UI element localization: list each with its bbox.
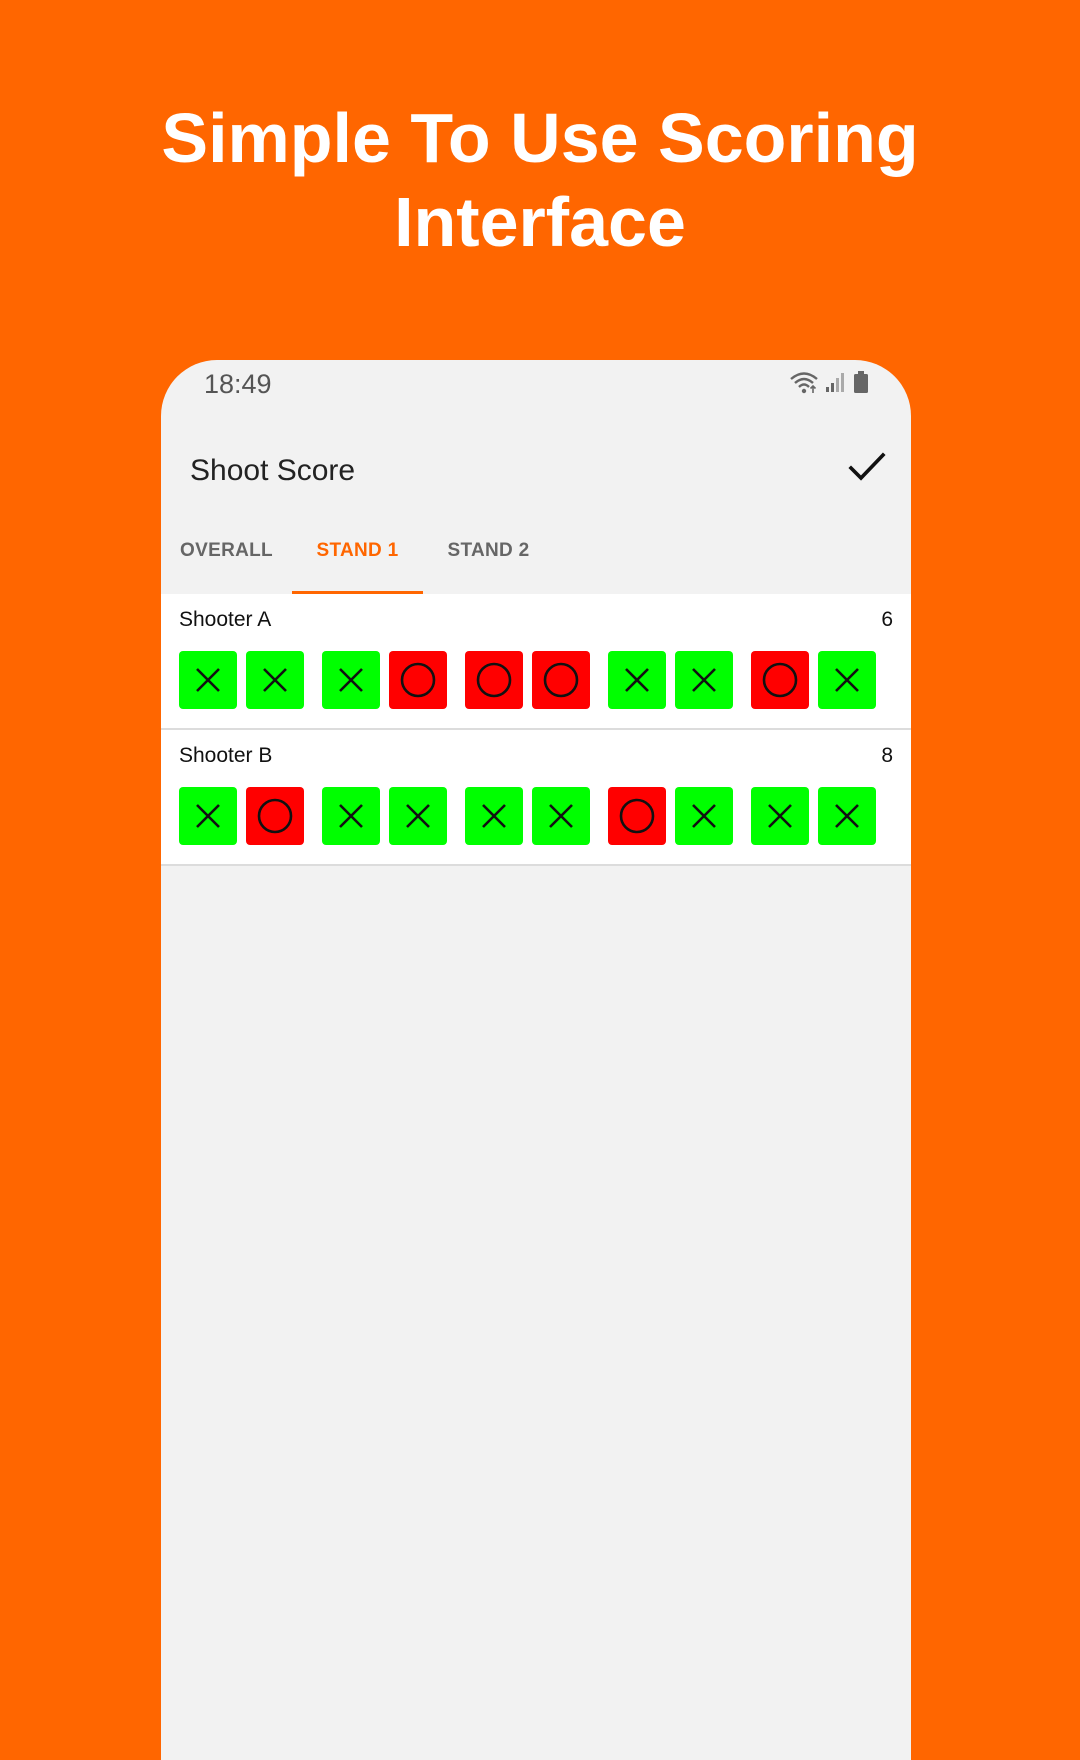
shot-hit-button[interactable] [246, 651, 304, 709]
shooter-list: Shooter A 6 Shooter B 8 [161, 594, 911, 866]
shot-hit-button[interactable] [818, 651, 876, 709]
shot-hit-button[interactable] [532, 787, 590, 845]
signal-icon [825, 371, 847, 398]
headline-line-2: Interface [394, 183, 686, 261]
shot-miss-button[interactable] [389, 651, 447, 709]
circle-icon [762, 662, 798, 698]
battery-icon [853, 370, 869, 399]
shooter-card: Shooter B 8 [161, 730, 911, 866]
shooter-score: 6 [881, 608, 893, 631]
tab-bar: OVERALL STAND 1 STAND 2 [161, 508, 554, 594]
cross-icon [625, 668, 649, 692]
shot-miss-button[interactable] [246, 787, 304, 845]
shot-miss-button[interactable] [751, 651, 809, 709]
tab-overall[interactable]: OVERALL [161, 508, 292, 594]
circle-icon [543, 662, 579, 698]
shot-miss-button[interactable] [608, 787, 666, 845]
app-title: Shoot Score [190, 454, 356, 487]
shot-hit-button[interactable] [322, 651, 380, 709]
phone-screen: 18:49 Shoot Score OVERALL STAND 1 STAND … [161, 360, 911, 1760]
cross-icon [835, 668, 859, 692]
shot-row [179, 787, 876, 845]
status-icons [789, 370, 869, 399]
cross-icon [482, 804, 506, 828]
cross-icon [339, 804, 363, 828]
app-bar: Shoot Score [161, 416, 911, 516]
tab-stand-2[interactable]: STAND 2 [423, 508, 554, 594]
shot-hit-button[interactable] [751, 787, 809, 845]
shot-hit-button[interactable] [608, 651, 666, 709]
status-bar: 18:49 [161, 360, 911, 416]
cross-icon [263, 668, 287, 692]
circle-icon [619, 798, 655, 834]
cross-icon [196, 668, 220, 692]
circle-icon [400, 662, 436, 698]
shot-hit-button[interactable] [389, 787, 447, 845]
shooter-card: Shooter A 6 [161, 594, 911, 730]
wifi-icon [789, 370, 819, 399]
shot-hit-button[interactable] [179, 787, 237, 845]
headline: Simple To Use Scoring Interface [0, 96, 1080, 264]
shot-hit-button[interactable] [675, 651, 733, 709]
circle-icon [257, 798, 293, 834]
cross-icon [406, 804, 430, 828]
shooter-name: Shooter A [179, 608, 272, 631]
headline-line-1: Simple To Use Scoring [161, 99, 919, 177]
tab-stand-1[interactable]: STAND 1 [292, 508, 423, 594]
cross-icon [196, 804, 220, 828]
shooter-score: 8 [881, 744, 893, 767]
check-icon [848, 452, 886, 481]
shot-miss-button[interactable] [465, 651, 523, 709]
cross-icon [768, 804, 792, 828]
shot-hit-button[interactable] [322, 787, 380, 845]
shot-hit-button[interactable] [818, 787, 876, 845]
cross-icon [339, 668, 363, 692]
shot-row [179, 651, 876, 709]
cross-icon [692, 668, 716, 692]
cross-icon [549, 804, 573, 828]
status-time: 18:49 [204, 369, 272, 399]
shooter-name: Shooter B [179, 744, 273, 767]
shot-hit-button[interactable] [675, 787, 733, 845]
shot-miss-button[interactable] [532, 651, 590, 709]
shot-hit-button[interactable] [465, 787, 523, 845]
cross-icon [692, 804, 716, 828]
save-button[interactable] [845, 445, 889, 489]
shot-hit-button[interactable] [179, 651, 237, 709]
circle-icon [476, 662, 512, 698]
cross-icon [835, 804, 859, 828]
